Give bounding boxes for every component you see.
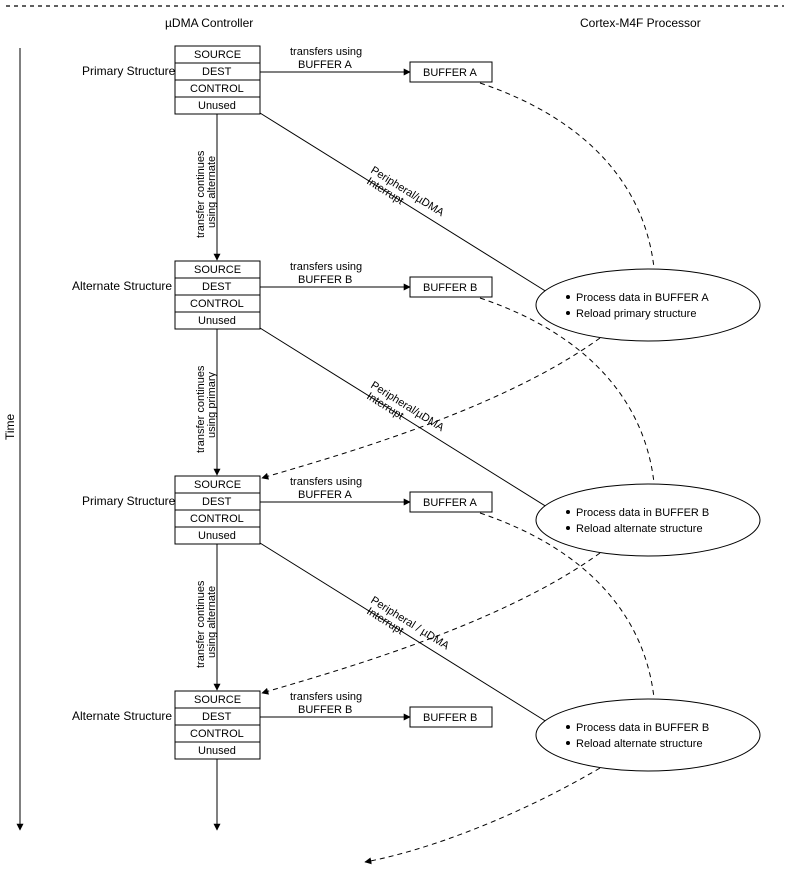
continue-l2-3: using alternate xyxy=(206,586,218,658)
row-unused-3: Unused xyxy=(198,530,236,542)
reload-curve-a xyxy=(262,338,600,478)
struct-table-4: SOURCE DEST CONTROL Unused xyxy=(175,691,260,759)
row-control-3: CONTROL xyxy=(190,513,244,525)
transfer-l1-2: transfers using xyxy=(290,261,362,273)
row-dest-1: DEST xyxy=(202,66,232,78)
row-control-4: CONTROL xyxy=(190,728,244,740)
process-a: Process data in BUFFER A Reload primary … xyxy=(536,269,760,341)
stage-1: Primary Structure SOURCE DEST CONTROL Un… xyxy=(82,46,655,297)
process-b1-l2: Reload alternate structure xyxy=(576,523,703,535)
time-label: Time xyxy=(3,413,17,440)
row-source-2: SOURCE xyxy=(194,264,241,276)
transfer-l2-1: BUFFER A xyxy=(298,59,352,71)
transfer-l2-3: BUFFER A xyxy=(298,489,352,501)
process-b-1: Process data in BUFFER B Reload alternat… xyxy=(536,484,760,556)
transfer-l2-2: BUFFER B xyxy=(298,274,352,286)
struct-table-3: SOURCE DEST CONTROL Unused xyxy=(175,476,260,544)
row-control-2: CONTROL xyxy=(190,298,244,310)
struct-label-3: Primary Structure xyxy=(82,494,176,508)
transfer-l2-4: BUFFER B xyxy=(298,704,352,716)
transfer-l1-1: transfers using xyxy=(290,46,362,58)
process-a-l2: Reload primary structure xyxy=(576,308,696,320)
transfer-l1-3: transfers using xyxy=(290,476,362,488)
row-unused-4: Unused xyxy=(198,745,236,757)
row-source-4: SOURCE xyxy=(194,694,241,706)
process-a-l1: Process data in BUFFER A xyxy=(576,292,709,304)
stage-4: Alternate Structure SOURCE DEST CONTROL … xyxy=(72,691,492,830)
struct-label-4: Alternate Structure xyxy=(72,709,172,723)
continue-l2-1: using alternate xyxy=(206,156,218,228)
row-dest-4: DEST xyxy=(202,711,232,723)
row-dest-3: DEST xyxy=(202,496,232,508)
row-dest-2: DEST xyxy=(202,281,232,293)
buffer-b-label-4: BUFFER B xyxy=(423,712,477,724)
struct-label-1: Primary Structure xyxy=(82,64,176,78)
buffer-a-label-1: BUFFER A xyxy=(423,67,477,79)
struct-table-1: SOURCE DEST CONTROL Unused xyxy=(175,46,260,114)
reload-curve-b2 xyxy=(365,768,600,862)
transfer-l1-4: transfers using xyxy=(290,691,362,703)
row-unused-1: Unused xyxy=(198,100,236,112)
cpu-header: Cortex-M4F Processor xyxy=(580,16,701,30)
dma-header: µDMA Controller xyxy=(165,16,253,30)
continue-l2-2: using primary xyxy=(206,371,218,438)
row-source-3: SOURCE xyxy=(194,479,241,491)
process-b1-l1: Process data in BUFFER B xyxy=(576,507,709,519)
buffer-a-label-3: BUFFER A xyxy=(423,497,477,509)
buffer-curve-1 xyxy=(480,83,655,280)
reload-curve-b1 xyxy=(262,553,600,693)
row-unused-2: Unused xyxy=(198,315,236,327)
row-source-1: SOURCE xyxy=(194,49,241,61)
struct-label-2: Alternate Structure xyxy=(72,279,172,293)
buffer-b-label-2: BUFFER B xyxy=(423,282,477,294)
process-b2-l2: Reload alternate structure xyxy=(576,738,703,750)
process-b-2: Process data in BUFFER B Reload alternat… xyxy=(536,699,760,771)
struct-table-2: SOURCE DEST CONTROL Unused xyxy=(175,261,260,329)
process-b2-l1: Process data in BUFFER B xyxy=(576,722,709,734)
row-control-1: CONTROL xyxy=(190,83,244,95)
